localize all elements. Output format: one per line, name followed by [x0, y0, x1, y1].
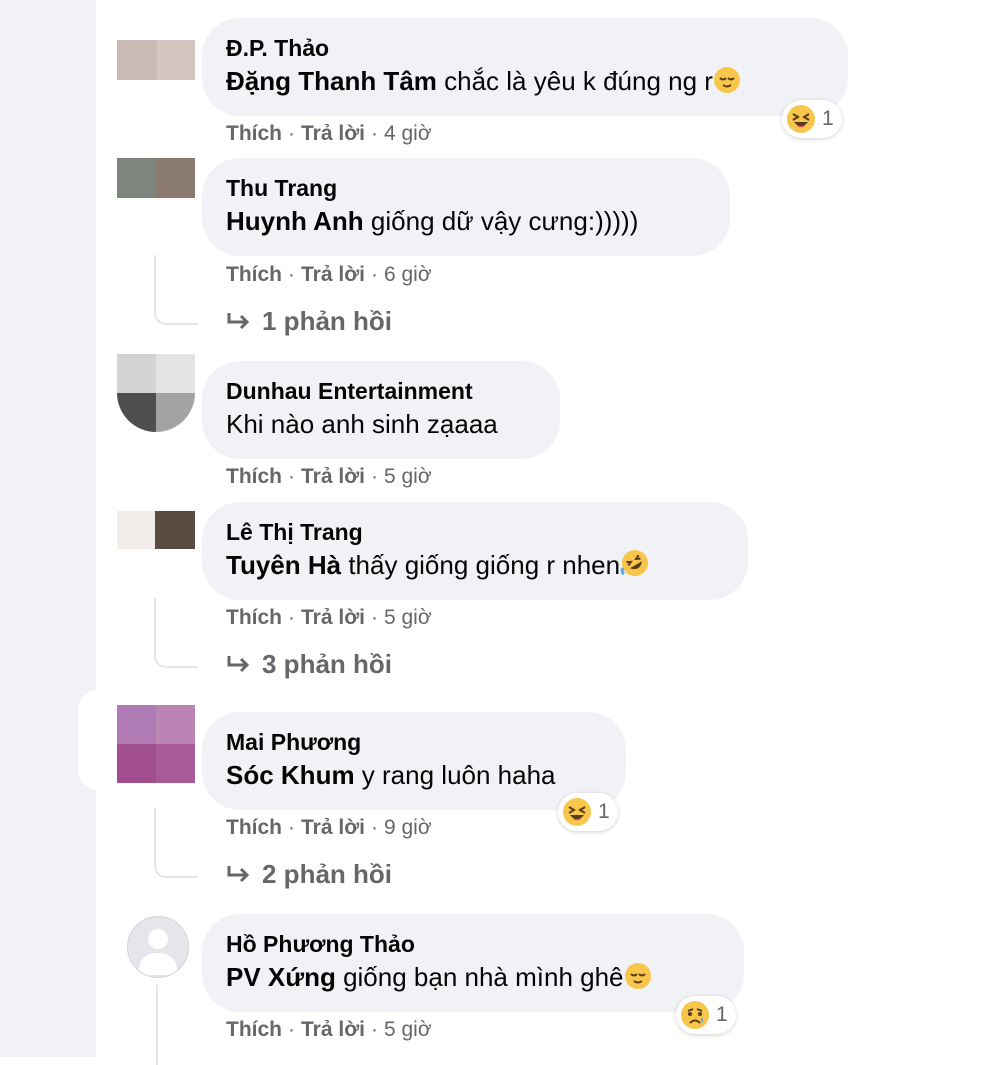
mention-link[interactable]: Tuyên Hà	[226, 550, 341, 580]
comment-actions: Thích · Trả lời · 6 giờ	[226, 263, 432, 287]
comment-author[interactable]: Đ.P. Thảo	[226, 35, 824, 61]
comment-text: Đặng Thanh Tâm chắc là yêu k đúng ng r	[226, 64, 824, 102]
like-button[interactable]: Thích	[226, 1018, 282, 1041]
avatar[interactable]	[117, 40, 195, 80]
comment-author[interactable]: Thu Trang	[226, 175, 706, 201]
avatar[interactable]	[127, 916, 189, 978]
reaction-badge[interactable]: 1	[782, 100, 842, 138]
mention-link[interactable]: Đặng Thanh Tâm	[226, 66, 437, 96]
like-button[interactable]: Thích	[226, 816, 282, 839]
avatar[interactable]	[117, 705, 195, 783]
like-button[interactable]: Thích	[226, 122, 282, 145]
reaction-badge[interactable]: 1	[558, 793, 618, 831]
comment-body: chắc là yêu k đúng ng r	[436, 66, 713, 96]
comment-author[interactable]: Hồ Phương Thảo	[226, 931, 720, 957]
reaction-count: 1	[716, 1003, 728, 1026]
comment-body: Khi nào anh sinh zạaaa	[226, 409, 498, 439]
comment-actions: Thích · Trả lời · 4 giờ	[226, 122, 432, 146]
reaction-count: 1	[598, 800, 610, 823]
separator: ·	[288, 465, 295, 488]
avatar[interactable]	[117, 511, 195, 549]
separator: ·	[288, 816, 295, 839]
comment-actions: Thích · Trả lời · 5 giờ	[226, 606, 432, 630]
comment-text: Tuyên Hà thấy giống giống r nhen	[226, 548, 724, 586]
comment-text: Sóc Khum y rang luôn haha	[226, 758, 602, 792]
timestamp[interactable]: 5 giờ	[384, 465, 432, 488]
separator: ·	[370, 263, 378, 286]
thread-line	[154, 598, 198, 668]
separator: ·	[288, 1018, 295, 1041]
reply-button[interactable]: Trả lời	[301, 465, 365, 488]
thread-line	[154, 808, 198, 878]
comment-bubble: Đ.P. Thảo Đặng Thanh Tâm chắc là yêu k đ…	[202, 18, 848, 116]
comment-bubble: Hồ Phương Thảo PV Xứng giống bạn nhà mìn…	[202, 914, 744, 1012]
comment-author[interactable]: Lê Thị Trang	[226, 519, 724, 545]
reaction-count: 1	[822, 107, 834, 130]
rofl-emoji-icon	[620, 548, 650, 586]
comment-text: Huynh Anh giống dữ vậy cưng:)))))	[226, 204, 706, 238]
reaction-badge[interactable]: 1	[676, 996, 736, 1034]
laughing-emoji-icon	[563, 798, 591, 826]
mention-link[interactable]: Huynh Anh	[226, 206, 364, 236]
replies-count: 2 phản hồi	[262, 859, 392, 889]
separator: ·	[370, 1018, 378, 1041]
timestamp[interactable]: 6 giờ	[384, 263, 432, 286]
comment-body: y rang luôn haha	[354, 760, 556, 790]
view-replies-link[interactable]: 1 phản hồi	[226, 306, 392, 337]
comment-author[interactable]: Dunhau Entertainment	[226, 378, 536, 404]
separator: ·	[370, 122, 378, 145]
comment-bubble: Thu Trang Huynh Anh giống dữ vậy cưng:))…	[202, 158, 730, 256]
separator: ·	[370, 816, 378, 839]
timestamp[interactable]: 4 giờ	[384, 122, 432, 145]
default-avatar-icon	[148, 929, 168, 949]
reply-arrow-icon	[227, 866, 250, 883]
comment-actions: Thích · Trả lời · 9 giờ	[226, 816, 432, 840]
comment-bubble: Mai Phương Sóc Khum y rang luôn haha	[202, 712, 626, 810]
replies-count: 3 phản hồi	[262, 649, 392, 679]
thread-line	[154, 255, 198, 325]
sad-emoji-icon	[681, 1001, 709, 1029]
comment-body: giống bạn nhà mình ghê	[335, 962, 624, 992]
reply-arrow-icon	[227, 313, 250, 330]
view-replies-link[interactable]: 3 phản hồi	[226, 649, 392, 680]
left-gutter	[0, 0, 96, 1057]
reply-button[interactable]: Trả lời	[301, 816, 365, 839]
comment-text: PV Xứng giống bạn nhà mình ghê	[226, 960, 720, 998]
comment-bubble: Lê Thị Trang Tuyên Hà thấy giống giống r…	[202, 502, 748, 600]
separator: ·	[370, 606, 378, 629]
separator: ·	[288, 263, 295, 286]
like-button[interactable]: Thích	[226, 263, 282, 286]
reply-button[interactable]: Trả lời	[301, 122, 365, 145]
mention-link[interactable]: PV Xứng	[226, 962, 336, 992]
timestamp[interactable]: 5 giờ	[384, 606, 432, 629]
mention-link[interactable]: Sóc Khum	[226, 760, 355, 790]
timestamp[interactable]: 5 giờ	[384, 1018, 432, 1041]
reply-button[interactable]: Trả lời	[301, 1018, 365, 1041]
reply-arrow-icon	[227, 656, 250, 673]
comment-body: thấy giống giống r nhen	[341, 550, 621, 580]
comment-author[interactable]: Mai Phương	[226, 729, 602, 755]
view-replies-link[interactable]: 2 phản hồi	[226, 859, 392, 890]
like-button[interactable]: Thích	[226, 465, 282, 488]
reply-button[interactable]: Trả lời	[301, 606, 365, 629]
avatar[interactable]	[117, 354, 195, 432]
replies-count: 1 phản hồi	[262, 306, 392, 336]
relieved-emoji-icon	[624, 962, 652, 998]
thread-line	[156, 985, 200, 1065]
separator: ·	[370, 465, 378, 488]
comment-actions: Thích · Trả lời · 5 giờ	[226, 465, 432, 489]
comment-text: Khi nào anh sinh zạaaa	[226, 407, 536, 441]
timestamp[interactable]: 9 giờ	[384, 816, 432, 839]
reply-button[interactable]: Trả lời	[301, 263, 365, 286]
comment-bubble: Dunhau Entertainment Khi nào anh sinh zạ…	[202, 361, 560, 459]
relieved-emoji-icon	[713, 66, 741, 102]
avatar[interactable]	[117, 158, 195, 198]
separator: ·	[288, 606, 295, 629]
separator: ·	[288, 122, 295, 145]
laughing-emoji-icon	[787, 105, 815, 133]
comment-body: giống dữ vậy cưng:)))))	[363, 206, 639, 236]
comment-actions: Thích · Trả lời · 5 giờ	[226, 1018, 432, 1042]
gutter-notch	[78, 690, 118, 790]
like-button[interactable]: Thích	[226, 606, 282, 629]
